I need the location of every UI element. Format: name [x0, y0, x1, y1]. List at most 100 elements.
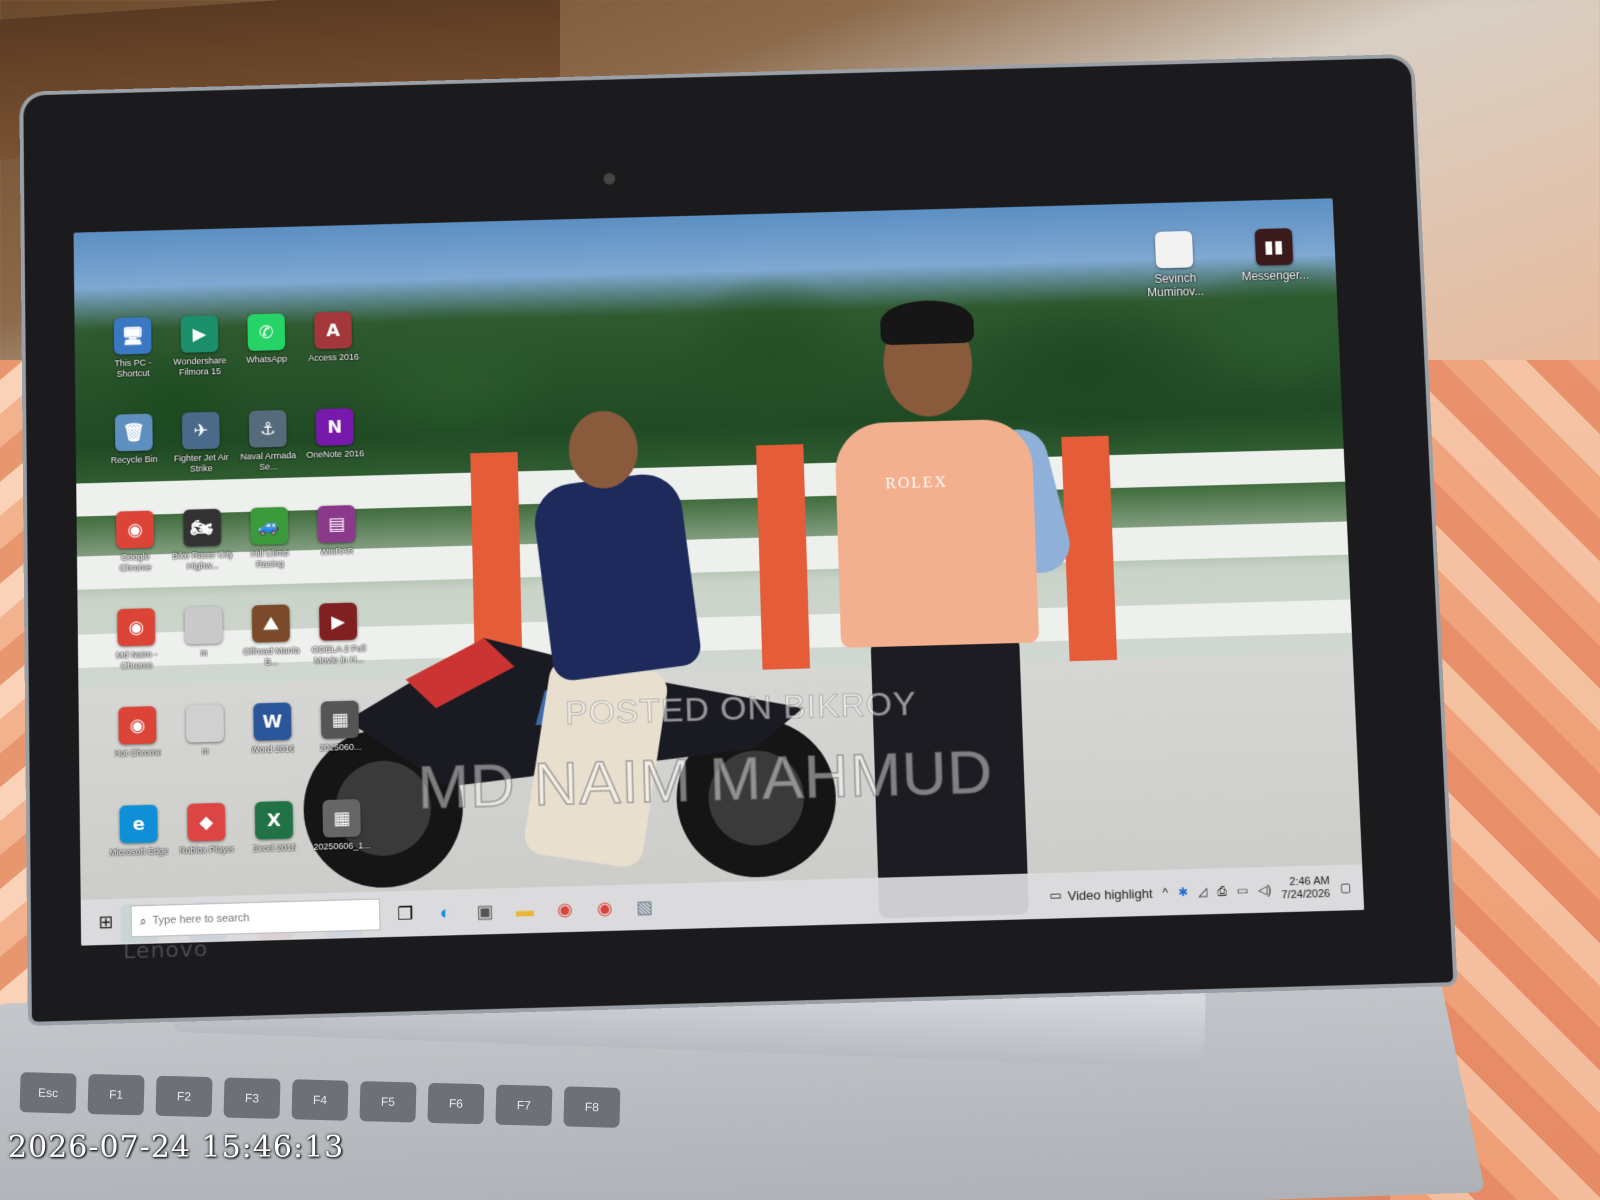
- game-icon: 🏍: [183, 509, 221, 547]
- shirt-logo-text: ROLEX: [885, 474, 948, 493]
- desktop-icon-label: Naval Armada Se...: [238, 450, 299, 473]
- desktop-icon[interactable]: ▮▮ Messenger...: [1232, 228, 1318, 313]
- taskbar-app[interactable]: ▧: [629, 892, 660, 923]
- keyboard-key: F6: [427, 1083, 484, 1124]
- taskbar-chrome-2[interactable]: ◉: [589, 893, 620, 924]
- app-icon: ▧: [636, 896, 653, 917]
- volume-icon[interactable]: ◁): [1258, 883, 1272, 897]
- game-icon: ⚓: [249, 410, 287, 448]
- whatsapp-icon: ✆: [247, 313, 285, 351]
- desktop-icon[interactable]: 🖥 This PC - Shortcut: [102, 317, 164, 402]
- desktop-icon-label: PowerPoint 2016: [245, 941, 307, 945]
- chrome-icon: ◉: [118, 706, 156, 744]
- keyboard-key: F3: [224, 1077, 281, 1118]
- keyboard-key: F7: [495, 1085, 552, 1126]
- desktop-icon[interactable]: ▶ ODELA 2 Full Movie in H...: [307, 602, 370, 688]
- desktop-icon[interactable]: ⛰ Offroad Mania B...: [240, 604, 303, 690]
- desktop-icon-label: Wondershare Filmora 15: [169, 355, 230, 378]
- access-icon: A: [314, 312, 352, 350]
- desktop-icon-label: WinRAR: [320, 546, 354, 558]
- desktop-icon-label: Hot Chrome: [114, 747, 162, 759]
- desktop-icon[interactable]: N OneNote 2016: [304, 408, 367, 493]
- desktop-icon[interactable]: Sevinch Muminov...: [1132, 230, 1218, 315]
- network-icon[interactable]: ⎙: [1217, 883, 1227, 898]
- video-icon: ▶: [319, 603, 357, 641]
- taskbar-file-explorer[interactable]: ▬: [510, 895, 541, 926]
- keyboard-key: Esc: [20, 1072, 77, 1113]
- chevron-up-icon[interactable]: ^: [1162, 886, 1168, 900]
- clock-time: 2:46 AM: [1289, 875, 1330, 889]
- desktop-icon[interactable]: W Word 2016: [241, 702, 304, 788]
- taskbar-edge[interactable]: ◐: [430, 897, 461, 928]
- desktop-icon[interactable]: ⚓ Naval Armada Se...: [237, 410, 299, 495]
- desktop-icon[interactable]: m: [173, 606, 236, 692]
- desktop-icon-label: Fighter Jet Air Strike: [171, 452, 232, 475]
- desktop-icon-label: Hill Climb Racing: [239, 547, 301, 570]
- video-icon: ▮▮: [1255, 228, 1294, 265]
- taskbar-store[interactable]: ▣: [470, 896, 501, 927]
- game-icon: ✈: [182, 412, 220, 450]
- desktop-icon[interactable]: m: [174, 704, 237, 790]
- desktop-icon-label: Sevinch Muminov...: [1134, 271, 1217, 300]
- desktop-icon[interactable]: ◉ Google Chrome: [104, 510, 166, 596]
- desktop-icon[interactable]: ◉ Hot Chrome: [106, 706, 169, 792]
- desktop-icon[interactable]: ▦ 2025060...: [309, 700, 372, 786]
- desktop-icon-label: OneNote 2016: [306, 448, 364, 460]
- edge-icon: ◐: [439, 902, 450, 923]
- desktop-icon-label: Excel 2016: [252, 842, 297, 854]
- chrome-icon: ◉: [557, 899, 573, 920]
- desktop-icon-label: Access 2016: [308, 352, 359, 364]
- desktop-icon-grid-right: Sevinch Muminov... ▮▮ Messenger...: [1132, 228, 1318, 316]
- webcam: [603, 173, 615, 185]
- game-icon: ⛰: [252, 604, 290, 642]
- desktop-icon-label: Word 2016: [251, 744, 295, 756]
- laptop-lid: Lenovo ROLEX 🖥 This PC - Shortcut ▶ Wond…: [23, 58, 1453, 1022]
- desktop-icon[interactable]: e Microsoft Edge: [108, 804, 171, 891]
- desktop-icon[interactable]: ▶ Wondershare Filmora 15: [169, 315, 231, 400]
- keyboard-key: F5: [359, 1081, 416, 1122]
- desktop-icon-label: Google Chrome: [105, 551, 167, 574]
- taskbar-chrome-1[interactable]: ◉: [549, 894, 580, 925]
- photo-timestamp: 2026-07-24 15:46:13: [8, 1130, 344, 1165]
- desktop-icon-label: Bike Racer City Highw...: [172, 549, 234, 572]
- desktop-icon-label: Microsoft Edge: [109, 846, 169, 859]
- bluetooth-icon[interactable]: ✱: [1178, 885, 1189, 899]
- start-button[interactable]: ⊞: [91, 907, 121, 938]
- file-icon: [1155, 231, 1194, 268]
- desktop-icon[interactable]: 🏍 Bike Racer City Highw...: [171, 508, 233, 594]
- battery-icon[interactable]: ▭: [1236, 883, 1248, 897]
- recycle-bin-icon: 🗑: [115, 414, 153, 452]
- chrome-icon: ◉: [116, 511, 154, 549]
- task-view-button[interactable]: ❐: [390, 898, 420, 929]
- desktop-icon-label: Settings: [328, 940, 361, 946]
- desktop-icon-label: Messenger...: [1241, 268, 1309, 283]
- desktop-icon[interactable]: 🗑 Recycle Bin: [103, 413, 165, 498]
- desktop-icon[interactable]: 🚙 Hill Climb Racing: [238, 507, 301, 593]
- word-icon: W: [253, 702, 291, 740]
- video-highlight-button[interactable]: ▭ Video highlight: [1049, 885, 1153, 904]
- windows-logo-icon: ⊞: [98, 911, 113, 932]
- desktop-icon[interactable]: ✈ Fighter Jet Air Strike: [170, 411, 232, 496]
- desktop-icon[interactable]: A Access 2016: [302, 311, 364, 396]
- search-input[interactable]: [152, 909, 371, 927]
- taskbar-clock[interactable]: 2:46 AM 7/24/2026: [1281, 875, 1331, 902]
- desktop-icon[interactable]: ✆ WhatsApp: [236, 313, 298, 398]
- winrar-icon: ▤: [317, 505, 355, 543]
- system-tray: ▭ Video highlight ^ ✱ ◿ ⎙ ▭ ◁) 2:46 AM 7…: [1049, 874, 1364, 909]
- desktop-icon-label: 2025060...: [319, 742, 361, 754]
- desktop-icon[interactable]: ▦ 20250606_1...: [310, 799, 373, 886]
- desktop-icon[interactable]: ◉ Md Naim - Chrome: [105, 608, 167, 694]
- store-icon: ▣: [476, 901, 493, 922]
- desktop-icon[interactable]: ▤ WinRAR: [306, 505, 369, 591]
- desktop-icon[interactable]: X Excel 2016: [243, 801, 306, 888]
- taskbar-search-box[interactable]: ⌕: [131, 899, 381, 938]
- file-icon: [186, 704, 224, 742]
- game-icon: 🚙: [250, 507, 288, 545]
- video-icon: ▭: [1049, 888, 1062, 904]
- video-highlight-label: Video highlight: [1067, 886, 1152, 903]
- desktop-icon-label: ODELA 2 Full Movie in H...: [308, 643, 370, 666]
- wifi-icon[interactable]: ◿: [1198, 884, 1208, 898]
- edge-icon: e: [119, 805, 157, 844]
- notifications-icon[interactable]: ▢: [1340, 880, 1352, 894]
- desktop-icon[interactable]: ◆ Roblox Player: [175, 802, 238, 889]
